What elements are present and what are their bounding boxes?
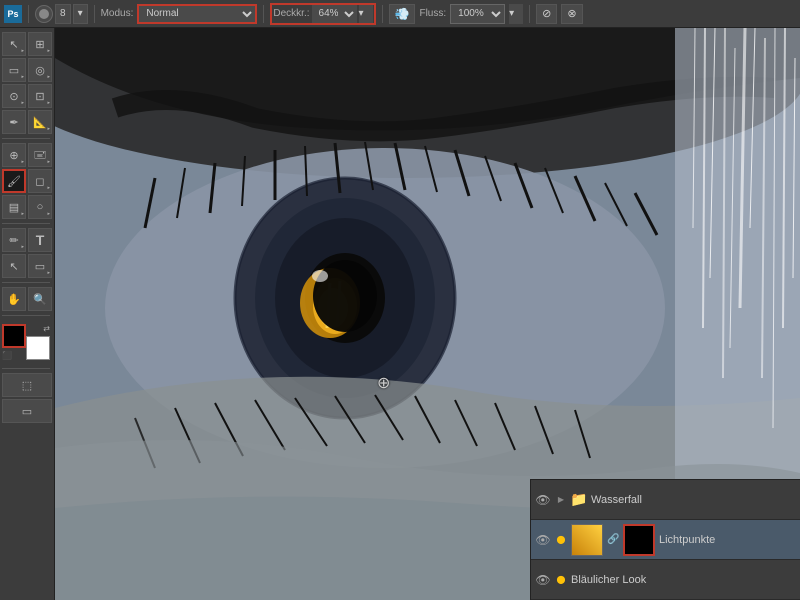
folder-icon-wasserfall: 📁 [570,491,587,508]
separator-tools-3 [2,282,50,283]
layer-name-blaeulicher: Bläulicher Look [571,574,796,586]
opacity-dropdown[interactable]: ▾ [359,5,373,23]
tool-row-3: ⊙▸ ⊡▸ [2,84,52,108]
tool-clone[interactable]: 🖃▸ [28,143,52,167]
tablet-pressure-opacity[interactable]: ⊘ [536,4,557,24]
main-layout: ↖▸ ⊞▸ ▭▸ ◎▸ ⊙▸ ⊡▸ ✒ 📐▸ ⊕▸ 🖃▸ 🖌 ◻▸ [0,28,800,600]
tool-screen-mode[interactable]: ▭ [2,399,52,423]
layer-link-wasserfall: 📁 [571,492,587,508]
flow-dropdown[interactable]: ▾ [509,4,523,24]
separator-5 [529,5,530,23]
brush-size-container: 8 ▾ [35,4,88,24]
tool-ruler[interactable]: 📐▸ [28,110,52,134]
layer-indent-blaeulicher: ⬤ [555,574,567,586]
ps-logo: Ps [4,5,22,23]
tool-zoom[interactable]: 🔍 [28,287,52,311]
separator-2 [94,5,95,23]
layer-name-lichtpunkte: Lichtpunkte [659,534,796,546]
tool-brush[interactable]: 🖌 [2,169,26,193]
separator-tools-2 [2,223,50,224]
brush-size-dropdown[interactable]: ▾ [73,4,88,24]
layer-visibility-lichtpunkte[interactable]: 👁 [535,532,551,548]
tool-gradient[interactable]: ▤▸ [2,195,26,219]
tool-move[interactable]: ↖▸ [2,32,26,56]
top-toolbar: Ps 8 ▾ Modus: Normal Deckkr.: 64% ▾ 💨 Fl… [0,0,800,28]
separator-tools-5 [2,368,50,369]
tool-row-5: ⊕▸ 🖃▸ [2,143,52,167]
tool-lasso[interactable]: ◎▸ [28,58,52,82]
tool-quick-mask[interactable]: ⬚ [2,373,52,397]
modus-label: Modus: [101,8,134,19]
opacity-group: Deckkr.: 64% ▾ [270,3,375,25]
brush-size-input[interactable]: 8 [55,4,71,24]
opacity-label: Deckkr.: [273,8,309,19]
tool-path-select[interactable]: ↖ [2,254,26,278]
reset-colors-btn[interactable]: ⬛ [2,351,12,360]
airbrush-btn[interactable]: 💨 [389,4,416,24]
flow-label: Fluss: [419,8,446,19]
tool-pen[interactable]: ✏▸ [2,228,26,252]
foreground-color-swatch[interactable] [2,324,26,348]
layer-indent-lichtpunkte: ⬤ [555,534,567,546]
tool-crop[interactable]: ⊡▸ [28,84,52,108]
brush-preview [35,5,53,23]
separator-4 [382,5,383,23]
layer-expand-wasserfall[interactable]: ▶ [555,494,567,506]
tool-row-1: ↖▸ ⊞▸ [2,32,52,56]
tool-shape[interactable]: ▭▸ [28,254,52,278]
layer-visibility-wasserfall[interactable]: 👁 [535,492,551,508]
tablet-pressure-size[interactable]: ⊗ [561,4,582,24]
tool-row-6: 🖌 ◻▸ [2,169,52,193]
opacity-select[interactable]: 64% [312,5,357,23]
tool-row-7: ▤▸ ○▸ [2,195,52,219]
layer-row-lichtpunkte[interactable]: 👁 ⬤ 🔗 Lichtpunkte [531,520,800,560]
layer-visibility-blaeulicher[interactable]: 👁 [535,572,551,588]
left-sidebar: ↖▸ ⊞▸ ▭▸ ◎▸ ⊙▸ ⊡▸ ✒ 📐▸ ⊕▸ 🖃▸ 🖌 ◻▸ [0,28,55,600]
tool-row-8: ✏▸ T [2,228,52,252]
tool-row-10: ✋ 🔍 [2,287,52,311]
tool-artboard[interactable]: ⊞▸ [28,32,52,56]
layer-thumb-lichtpunkte [571,524,603,556]
separator-1 [28,5,29,23]
tool-row-2: ▭▸ ◎▸ [2,58,52,82]
flow-select[interactable]: 100% [450,4,505,24]
separator-tools-1 [2,138,50,139]
layer-mask-lichtpunkte[interactable] [623,524,655,556]
modus-select[interactable]: Normal [137,4,257,24]
tool-row-11: ⬚ [2,373,52,397]
background-color-swatch[interactable] [26,336,50,360]
tool-row-4: ✒ 📐▸ [2,110,52,134]
tool-healing[interactable]: ⊕▸ [2,143,26,167]
tool-eraser[interactable]: ◻▸ [28,169,52,193]
tool-eyedropper[interactable]: ✒ [2,110,26,134]
tool-row-12: ▭ [2,399,52,423]
separator-3 [263,5,264,23]
color-swatches: ⬛ ⇄ [2,324,50,360]
canvas-area[interactable]: ⊕ 👁 ▶ 📁 Wasserfall 👁 ⬤ 🔗 [55,28,800,600]
swap-colors-btn[interactable]: ⇄ [43,324,50,333]
layer-chain-lichtpunkte: 🔗 [607,534,617,545]
layer-row-wasserfall[interactable]: 👁 ▶ 📁 Wasserfall [531,480,800,520]
tool-type[interactable]: T [28,228,52,252]
tool-dodge[interactable]: ○▸ [28,195,52,219]
tool-hand[interactable]: ✋ [2,287,26,311]
tool-marquee-rect[interactable]: ▭▸ [2,58,26,82]
tool-quick-select[interactable]: ⊙▸ [2,84,26,108]
layer-name-wasserfall: Wasserfall [591,494,796,506]
layers-panel: 👁 ▶ 📁 Wasserfall 👁 ⬤ 🔗 Lichtpunkt [530,479,800,600]
layer-row-blaeulicher[interactable]: 👁 ⬤ Bläulicher Look [531,560,800,600]
separator-tools-4 [2,315,50,316]
tool-row-9: ↖ ▭▸ [2,254,52,278]
